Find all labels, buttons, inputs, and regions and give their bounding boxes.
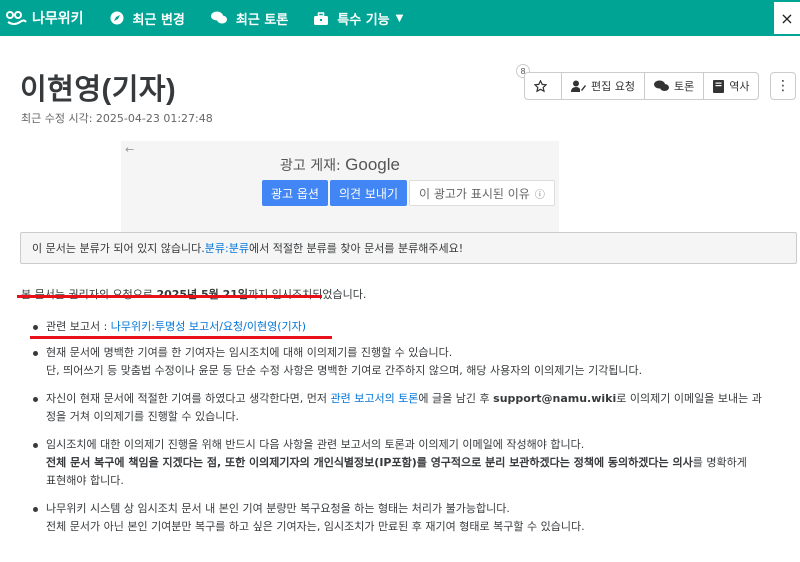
toolbox-icon [314, 11, 329, 25]
logo-icon [6, 11, 27, 25]
bullet-5-line-2: 전체 문서가 아닌 본인 기여분만 복구를 하고 싶은 기여자는, 임시조치가 … [46, 520, 585, 533]
ad-button-group: 광고 옵션 의견 보내기 이 광고가 표시된 이유 ⓘ [262, 180, 557, 206]
ad-options-button[interactable]: 광고 옵션 [262, 180, 328, 206]
bullet-5-line-1: 나무위키 시스템 상 임시조치 문서 내 본인 기여 분량만 복구요청을 하는 … [46, 502, 510, 515]
category-link[interactable]: 분류:분류 [205, 240, 249, 256]
caret-down-icon: ▼ [395, 12, 404, 24]
star-icon [534, 79, 547, 92]
bullet-3-line-2: 정을 거쳐 이의제기를 진행할 수 있습니다. [46, 410, 240, 423]
ad-why-button[interactable]: 이 광고가 표시된 이유 ⓘ [409, 180, 555, 206]
list-item: 현재 문서에 명백한 기여를 한 기여자는 임시조치에 대해 이의제기를 진행할… [30, 344, 798, 380]
history-button[interactable]: 역사 [704, 73, 758, 99]
ad-why-label: 이 광고가 표시된 이유 [419, 186, 530, 201]
edit-request-button[interactable]: 편집 요청 [562, 73, 645, 99]
bullet-3-suffix: 로 이의제기 이메일을 보내는 과 [616, 392, 762, 405]
bullet-4-line-3: 표현해야 합니다. [46, 474, 124, 487]
discussion-label: 토론 [673, 80, 695, 93]
ad-label-prefix: 광고 게재: [280, 158, 346, 174]
list-item: 관련 보고서 : 나무위키:투명성 보고서/요청/이현영(기자) [30, 318, 798, 336]
nav-recent-discussions[interactable]: 최근 토론 [210, 9, 289, 28]
related-report-label: 관련 보고서 : [46, 320, 111, 333]
history-label: 역사 [729, 80, 750, 93]
info-icon: ⓘ [534, 189, 545, 201]
bullet-4-suffix: 를 명확하게 [692, 456, 747, 469]
document-toolbar: 편집 요청 토론 역사 [524, 72, 760, 100]
bullet-3-line-1: 자신이 현재 문서에 적절한 기여를 하였다고 생각한다면, 먼저 관련 보고서… [46, 390, 798, 408]
takedown-bullet-list: 관련 보고서 : 나무위키:투명성 보고서/요청/이현영(기자) 현재 문서에 … [30, 318, 798, 536]
document-page: 이현영(기자) 최근 수정 시각: 2025-04-23 01:27:48 8 … [0, 36, 800, 562]
edit-request-label: 편집 요청 [591, 80, 635, 93]
nav-special-functions[interactable]: 특수 기능 ▼ [314, 9, 403, 28]
bullet-3-mid: 에 글을 남긴 후 [418, 392, 494, 405]
bullet-4-line-2: 전체 문서 복구에 책임을 지겠다는 점, 또한 이의제기자의 개인식별정보(I… [46, 454, 798, 472]
notice-prefix: 이 문서는 분류가 되어 있지 않습니다. [32, 242, 205, 255]
list-item: 자신이 현재 문서에 적절한 기여를 하였다고 생각한다면, 먼저 관련 보고서… [30, 390, 798, 426]
annotation-underline-related-report [30, 336, 332, 339]
nav-recent-discussions-label: 최근 토론 [235, 12, 289, 28]
close-button[interactable]: × [772, 0, 800, 36]
logo-text: 나무위키 [32, 11, 84, 27]
namuwiki-logo[interactable]: 나무위키 [6, 8, 84, 28]
comments-icon [210, 11, 227, 24]
nav-recent-changes[interactable]: 최근 변경 [110, 9, 185, 28]
nav-recent-changes-label: 최근 변경 [132, 12, 185, 28]
last-modified: 최근 수정 시각: 2025-04-23 01:27:48 [21, 112, 213, 125]
ad-label-brand: Google [345, 155, 400, 174]
list-item: 나무위키 시스템 상 임시조치 문서 내 본인 기여 분량만 복구요청을 하는 … [30, 500, 798, 536]
takedown-statement: 본 문서는 권리자의 요청으로 2025년 5월 21일까지 임시조치되었습니다… [21, 286, 366, 302]
bullet-4-bold: 전체 문서 복구에 책임을 지겠다는 점, 또한 이의제기자의 개인식별정보(I… [46, 456, 693, 469]
ad-label: 광고 게재: Google [121, 155, 559, 175]
notice-suffix: 에서 적절한 분류를 찾아 문서를 분류해주세요! [248, 242, 464, 255]
more-options-button[interactable]: ⋮ [770, 72, 796, 100]
compass-icon [110, 11, 124, 25]
support-email: support@namu.wiki [493, 392, 617, 405]
bullet-2-line-2: 단, 띄어쓰기 등 맞춤법 수정이나 윤문 등 단순 수정 사항은 명백한 기여… [46, 364, 643, 377]
related-report-link[interactable]: 나무위키:투명성 보고서/요청/이현영(기자) [111, 320, 306, 333]
comments-icon [653, 80, 669, 91]
ad-feedback-button[interactable]: 의견 보내기 [329, 180, 407, 206]
star-button[interactable] [525, 73, 562, 99]
nav-special-functions-label: 특수 기능 [337, 12, 390, 28]
bullet-3-prefix: 자신이 현재 문서에 적절한 기여를 하였다고 생각한다면, 먼저 [46, 392, 331, 405]
discussion-button[interactable]: 토론 [645, 73, 705, 99]
top-navbar: 나무위키 최근 변경 최근 토론 특수 기능 ▼ × [0, 0, 800, 36]
category-notice: 이 문서는 분류가 되어 있지 않습니다. 분류:분류 에서 적절한 분류를 찾… [20, 232, 797, 264]
bullet-2-line-1: 현재 문서에 명백한 기여를 한 기여자는 임시조치에 대해 이의제기를 진행할… [46, 346, 453, 359]
user-edit-icon [571, 80, 586, 92]
bullet-4-line-1: 임시조치에 대한 이의제기 진행을 위해 반드시 다음 사항을 관련 보고서의 … [46, 438, 585, 451]
list-item: 임시조치에 대한 이의제기 진행을 위해 반드시 다음 사항을 관련 보고서의 … [30, 436, 798, 490]
page-title: 이현영(기자) [20, 74, 177, 106]
report-discussion-link[interactable]: 관련 보고서의 토론 [330, 392, 418, 405]
book-icon [713, 79, 725, 93]
annotation-underline-statement [17, 295, 322, 298]
